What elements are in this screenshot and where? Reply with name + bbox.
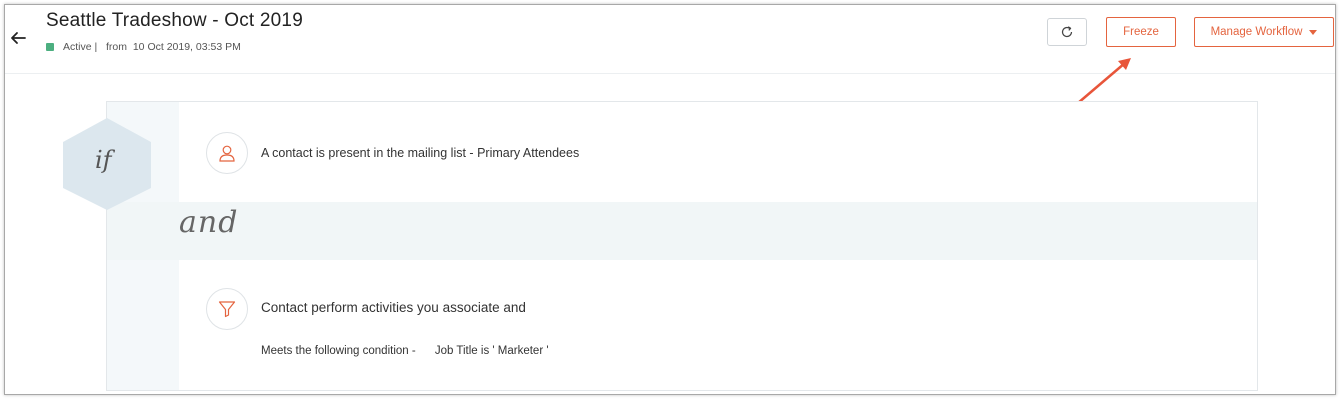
back-arrow-icon[interactable] [9,29,27,47]
freeze-button-label: Freeze [1123,26,1159,38]
refresh-button[interactable] [1047,18,1087,46]
workflow-window: Seattle Tradeshow - Oct 2019 Active | fr… [4,4,1336,395]
manage-workflow-button[interactable]: Manage Workflow [1194,17,1334,47]
contact-icon [206,132,248,174]
if-label: if [95,146,112,174]
status-separator: | [91,41,106,53]
condition-detail-prefix: Meets the following condition - [261,345,416,357]
condition-1-text: A contact is present in the mailing list… [261,146,580,160]
chevron-down-icon [1309,29,1318,35]
and-label: and [179,205,239,240]
condition-detail-value: Job Title is ' Marketer ' [434,345,549,357]
condition-2-text: Contact perform activities you associate… [261,300,526,315]
status-text: Active [63,41,92,53]
funnel-icon [206,288,248,330]
workflow-condition-card: A contact is present in the mailing list… [106,101,1258,391]
from-label: from [106,41,127,53]
page-title: Seattle Tradeshow - Oct 2019 [46,10,303,31]
status-indicator [46,43,54,51]
and-band [107,202,1257,260]
freeze-button[interactable]: Freeze [1106,17,1176,47]
manage-workflow-label: Manage Workflow [1210,26,1303,38]
refresh-icon [1061,26,1073,38]
from-date: 10 Oct 2019, 03:53 PM [132,41,241,53]
status-line: Active | from 10 Oct 2019, 03:53 PM [46,41,241,53]
condition-2-detail: Meets the following condition - Job Titl… [261,345,549,357]
